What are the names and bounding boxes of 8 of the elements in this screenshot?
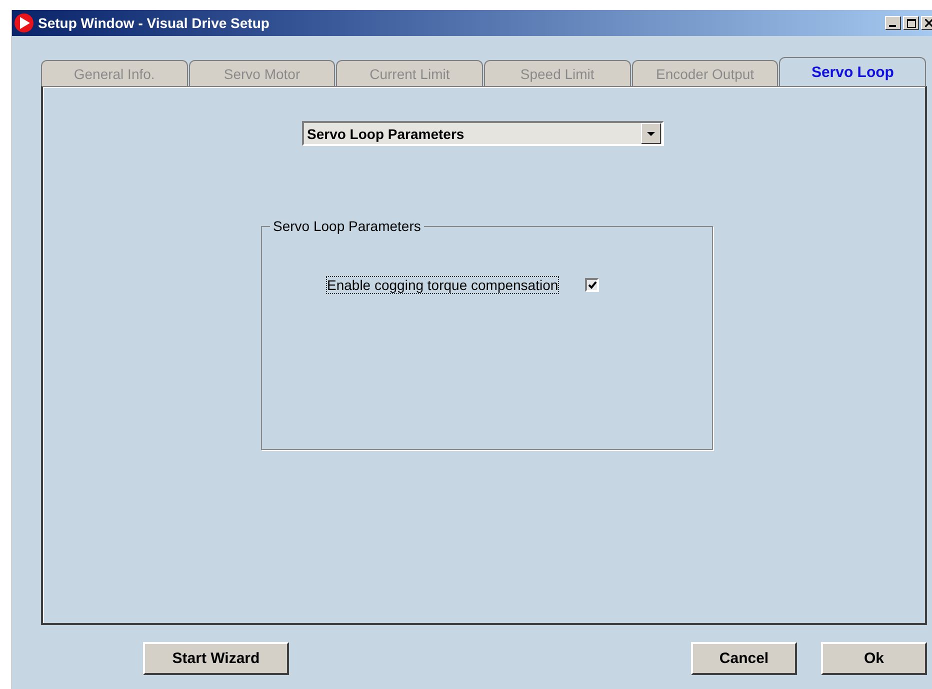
start-wizard-button[interactable]: Start Wizard xyxy=(143,642,289,675)
group-title: Servo Loop Parameters xyxy=(272,218,422,234)
checkbox-label[interactable]: Enable cogging torque compensation xyxy=(326,276,560,294)
window-title: Setup Window - Visual Drive Setup xyxy=(38,15,270,31)
dropdown[interactable]: Servo Loop Parameters xyxy=(302,121,664,146)
dialog-button[interactable]: Ok xyxy=(821,642,927,675)
dialog-button[interactable]: Cancel xyxy=(691,642,797,675)
tab[interactable]: Servo Loop xyxy=(779,57,926,86)
